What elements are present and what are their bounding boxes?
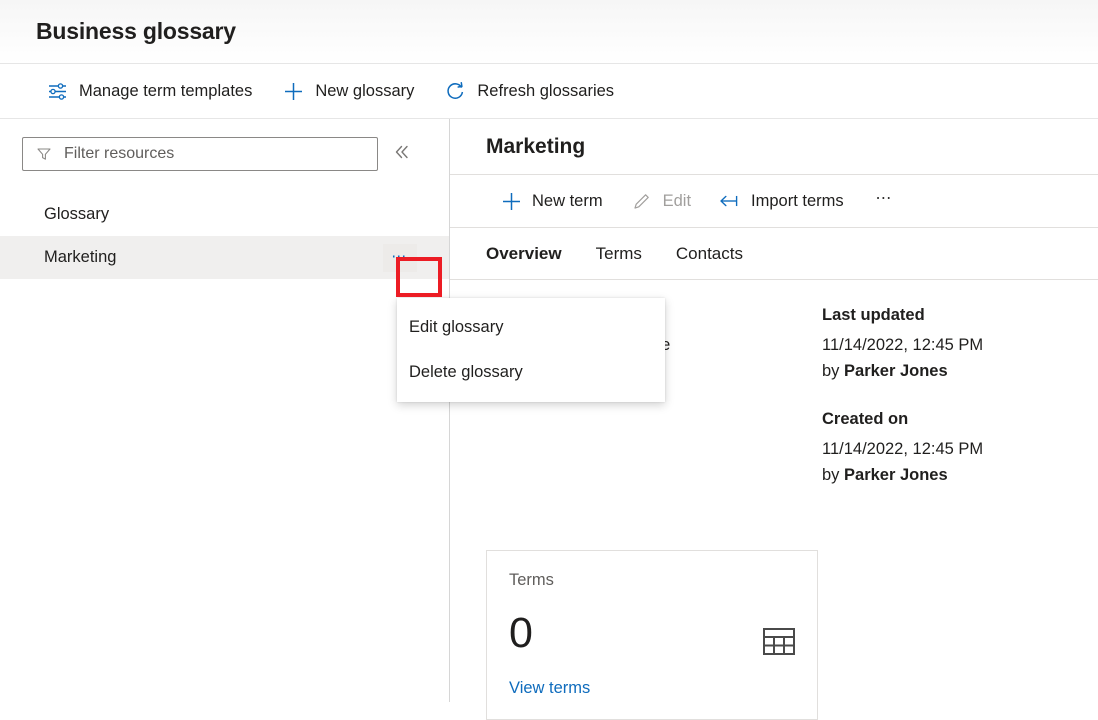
created-on-label: Created on (822, 410, 997, 429)
created-on-block: Created on 11/14/2022, 12:45 PM by Parke… (822, 410, 997, 488)
detail-pane: Marketing New term Edit (450, 119, 1098, 702)
refresh-glossaries-label: Refresh glossaries (477, 82, 614, 101)
manage-term-templates-button[interactable]: Manage term templates (36, 71, 262, 111)
ellipsis-icon: ⋯ (391, 249, 409, 264)
body-split: Filter resources Glossary Marketing ⋯ (0, 119, 1098, 702)
edit-label: Edit (663, 192, 691, 211)
last-updated-block: Last updated 11/14/2022, 12:45 PM by Par… (822, 306, 997, 384)
pencil-icon (631, 190, 653, 212)
menu-item-edit-glossary[interactable]: Edit glossary (397, 305, 665, 350)
created-on-value: 11/14/2022, 12:45 PM by Parker Jones (822, 437, 997, 488)
ellipsis-icon: ⋯ (875, 191, 894, 207)
sidebar-item-glossary[interactable]: Glossary (0, 193, 449, 236)
new-glossary-label: New glossary (315, 82, 414, 101)
manage-term-templates-label: Manage term templates (79, 82, 252, 101)
page-title: Business glossary (36, 18, 236, 45)
funnel-icon (36, 146, 52, 162)
new-term-button[interactable]: New term (490, 182, 613, 220)
tab-terms-label: Terms (596, 244, 642, 264)
sidebar: Filter resources Glossary Marketing ⋯ (0, 119, 450, 702)
created-on-user: Parker Jones (844, 466, 948, 484)
detail-toolbar-more-button[interactable]: ⋯ (868, 184, 902, 218)
filter-row: Filter resources (0, 119, 449, 171)
import-terms-label: Import terms (751, 192, 844, 211)
sidebar-item-marketing[interactable]: Marketing ⋯ (0, 236, 449, 279)
refresh-glossaries-button[interactable]: Refresh glossaries (434, 71, 624, 111)
collapse-panel-button[interactable] (386, 138, 418, 170)
sidebar-item-glossary-label: Glossary (44, 205, 109, 224)
menu-item-edit-glossary-label: Edit glossary (409, 318, 503, 337)
glossary-context-menu: Edit glossary Delete glossary (397, 298, 665, 402)
plus-icon (500, 190, 522, 212)
sliders-icon (46, 80, 68, 102)
filter-resources-placeholder: Filter resources (64, 145, 174, 163)
table-grid-icon (763, 627, 795, 662)
menu-item-delete-glossary[interactable]: Delete glossary (397, 350, 665, 395)
detail-title: Marketing (486, 135, 585, 159)
sidebar-item-marketing-label: Marketing (44, 248, 116, 267)
terms-card[interactable]: Terms 0 View terms (486, 550, 818, 720)
last-updated-label: Last updated (822, 306, 997, 325)
new-term-label: New term (532, 192, 603, 211)
tab-overview[interactable]: Overview (486, 228, 562, 280)
page-header: Business glossary (0, 0, 1098, 63)
tab-contacts-label: Contacts (676, 244, 743, 264)
double-chevron-left-icon (393, 143, 411, 166)
sidebar-item-marketing-more-button[interactable]: ⋯ (383, 244, 417, 272)
refresh-icon (444, 80, 466, 102)
metadata-column: Last updated 11/14/2022, 12:45 PM by Par… (810, 306, 997, 514)
detail-toolbar: New term Edit Import t (450, 174, 1098, 228)
last-updated-user: Parker Jones (844, 362, 948, 380)
new-glossary-button[interactable]: New glossary (272, 71, 424, 111)
plus-icon (282, 80, 304, 102)
glossary-tree: Glossary Marketing ⋯ (0, 193, 449, 279)
terms-card-label: Terms (509, 571, 795, 590)
tab-overview-label: Overview (486, 244, 562, 264)
terms-card-count: 0 (509, 612, 795, 655)
view-terms-link[interactable]: View terms (509, 679, 590, 698)
detail-tabs: Overview Terms Contacts (450, 228, 1098, 280)
tab-terms[interactable]: Terms (596, 228, 642, 280)
import-terms-button[interactable]: Import terms (709, 182, 854, 220)
import-arrow-icon (719, 190, 741, 212)
last-updated-value: 11/14/2022, 12:45 PM by Parker Jones (822, 333, 997, 384)
tab-contacts[interactable]: Contacts (676, 228, 743, 280)
menu-item-delete-glossary-label: Delete glossary (409, 363, 523, 382)
edit-button: Edit (621, 182, 701, 220)
filter-resources-input[interactable]: Filter resources (22, 137, 378, 171)
command-bar: Manage term templates New glossary Refre… (0, 63, 1098, 119)
detail-title-row: Marketing (450, 119, 1098, 174)
